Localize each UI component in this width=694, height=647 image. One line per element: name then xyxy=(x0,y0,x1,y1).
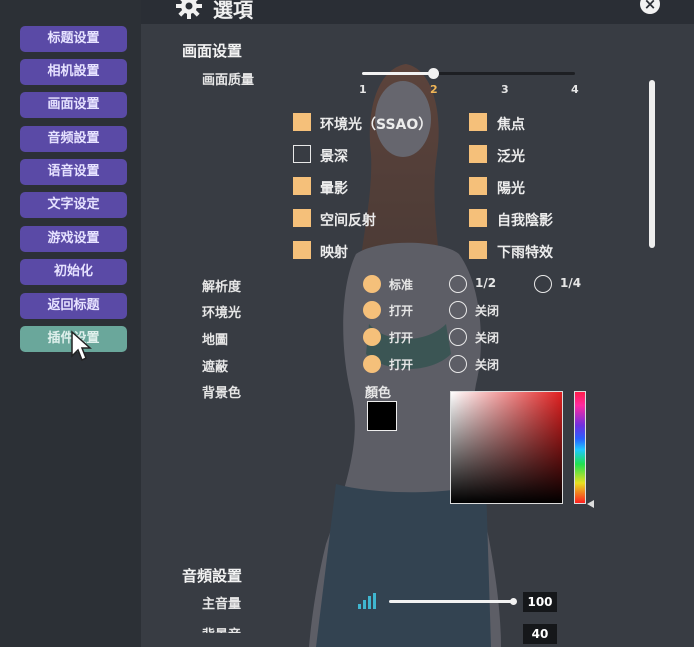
focus-checkbox[interactable] xyxy=(469,113,487,131)
ground-off-label: 关闭 xyxy=(475,331,500,345)
ssao-label: 环境光（SSAO） xyxy=(320,117,433,133)
self-shadow-label: 自我陰影 xyxy=(497,213,553,229)
shelter-off-label: 关闭 xyxy=(475,358,500,372)
quality-slider-fill xyxy=(362,72,433,75)
resolution-quarter-label: 1/4 xyxy=(560,276,582,290)
ambient-on-radio[interactable] xyxy=(363,301,381,319)
ground-on-radio[interactable] xyxy=(363,328,381,346)
ground-label: 地圖 xyxy=(202,333,229,348)
bloom-checkbox[interactable] xyxy=(469,145,487,163)
color-swatch[interactable] xyxy=(367,401,397,431)
resolution-standard-radio[interactable] xyxy=(363,275,381,293)
mouse-cursor-icon xyxy=(71,330,92,362)
depth-of-field-checkbox[interactable] xyxy=(293,145,311,163)
master-volume-knob[interactable] xyxy=(510,598,517,605)
bgm-volume-value: 40 xyxy=(523,624,557,644)
quality-slider-knob[interactable] xyxy=(428,68,439,79)
screen-space-reflection-checkbox[interactable] xyxy=(293,209,311,227)
master-volume-label: 主音量 xyxy=(202,597,242,612)
graphics-section-title: 画面设置 xyxy=(182,42,243,60)
sidebar-item-voice-settings[interactable]: 语音设置 xyxy=(20,159,127,185)
sidebar-item-audio-settings[interactable]: 音频設置 xyxy=(20,126,127,152)
focus-label: 焦点 xyxy=(497,117,525,133)
quality-tick-1: 1 xyxy=(359,83,367,96)
sidebar: 标题设置 相机設置 画面设置 音频設置 语音设置 文字设定 游戏设置 初始化 返… xyxy=(0,0,141,647)
depth-of-field-label: 景深 xyxy=(320,149,348,165)
master-volume-slider[interactable] xyxy=(389,600,513,603)
rain-effect-label: 下雨特效 xyxy=(497,245,553,261)
resolution-quarter-radio[interactable] xyxy=(534,275,552,293)
ambient-off-label: 关闭 xyxy=(475,304,500,318)
dialog-title: 選項 xyxy=(213,0,253,22)
bloom-label: 泛光 xyxy=(497,149,525,165)
shelter-label: 遮蔽 xyxy=(202,360,229,375)
quality-label: 画面质量 xyxy=(202,73,255,88)
background-color-label: 背景色 xyxy=(202,386,242,401)
sunlight-checkbox[interactable] xyxy=(469,177,487,195)
hue-slider[interactable] xyxy=(574,391,586,504)
screen-space-reflection-label: 空间反射 xyxy=(320,213,376,229)
shelter-off-radio[interactable] xyxy=(449,355,467,373)
resolution-standard-label: 标准 xyxy=(389,278,414,292)
ssao-checkbox[interactable] xyxy=(293,113,311,131)
rain-effect-checkbox[interactable] xyxy=(469,241,487,259)
shelter-on-label: 打开 xyxy=(389,358,414,372)
sidebar-item-graphics-settings[interactable]: 画面设置 xyxy=(20,92,127,118)
resolution-half-label: 1/2 xyxy=(475,276,497,290)
scrollbar-thumb[interactable] xyxy=(649,80,655,248)
master-volume-value: 100 xyxy=(523,592,557,612)
sidebar-item-camera-settings[interactable]: 相机設置 xyxy=(20,59,127,85)
quality-tick-4: 4 xyxy=(571,83,579,96)
options-panel: 選項 × 画面设置 画面质量 1 2 3 4 环境光（SSAO） 焦点 景深 泛… xyxy=(141,0,694,647)
volume-bars-icon xyxy=(358,593,376,609)
close-icon: × xyxy=(643,0,657,13)
color-picker-field[interactable] xyxy=(450,391,563,504)
vignette-checkbox[interactable] xyxy=(293,177,311,195)
audio-section-title: 音頻設置 xyxy=(182,567,243,585)
self-shadow-checkbox[interactable] xyxy=(469,209,487,227)
ambient-label: 环境光 xyxy=(202,306,242,321)
color-label: 顏色 xyxy=(365,386,392,401)
ground-on-label: 打开 xyxy=(389,331,414,345)
ambient-off-radio[interactable] xyxy=(449,301,467,319)
sidebar-item-game-settings[interactable]: 游戏设置 xyxy=(20,226,127,252)
gear-icon xyxy=(176,0,202,19)
hue-slider-handle[interactable] xyxy=(587,500,594,508)
resolution-label: 解析度 xyxy=(202,280,242,295)
quality-tick-3: 3 xyxy=(501,83,509,96)
reflection-label: 映射 xyxy=(320,245,348,261)
sidebar-item-return-title[interactable]: 返回标题 xyxy=(20,293,127,319)
sidebar-item-initialize[interactable]: 初始化 xyxy=(20,259,127,285)
sunlight-label: 陽光 xyxy=(497,181,525,197)
vignette-label: 暈影 xyxy=(320,181,348,197)
ambient-on-label: 打开 xyxy=(389,304,414,318)
sidebar-item-text-settings[interactable]: 文字设定 xyxy=(20,192,127,218)
sidebar-item-title-settings[interactable]: 标题设置 xyxy=(20,26,127,52)
resolution-half-radio[interactable] xyxy=(449,275,467,293)
quality-tick-2: 2 xyxy=(430,83,438,96)
shelter-on-radio[interactable] xyxy=(363,355,381,373)
ground-off-radio[interactable] xyxy=(449,328,467,346)
reflection-checkbox[interactable] xyxy=(293,241,311,259)
